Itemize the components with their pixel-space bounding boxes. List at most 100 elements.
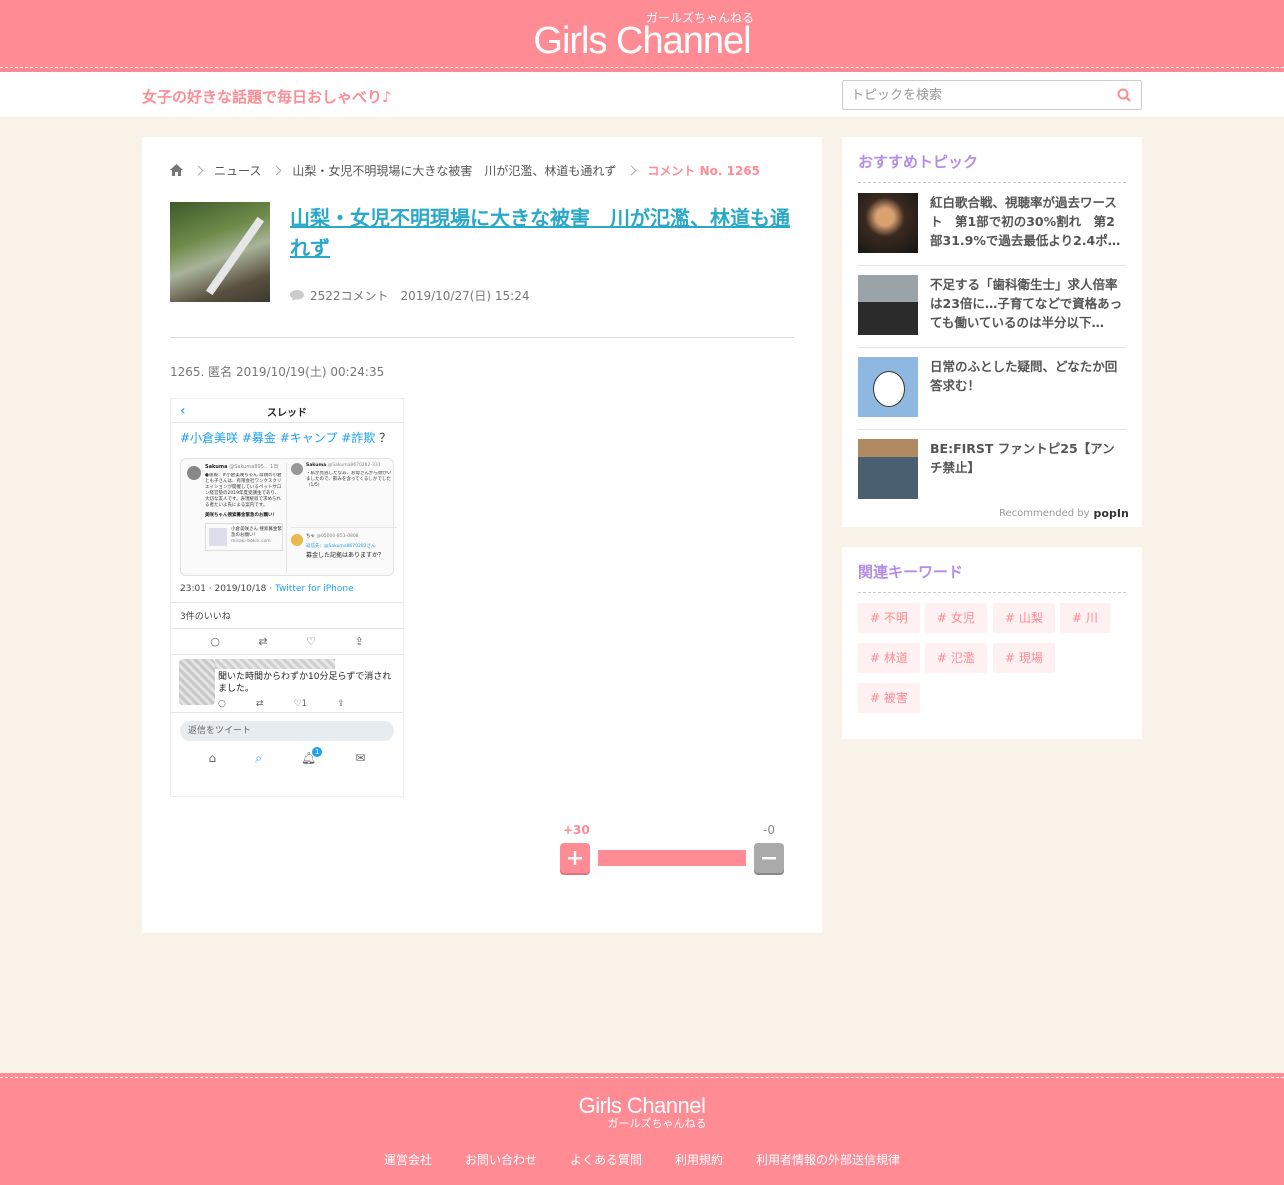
popin-label: Recommended by — [999, 508, 1090, 519]
reply-icon: ○ — [210, 635, 220, 648]
share-icon: ⇪ — [354, 635, 364, 648]
recommended-topics-panel: おすすめトピック 紅白歌合戦、視聴率が過去ワースト 第1部で初の30%割れ 第2… — [842, 137, 1142, 527]
vote-plus-button[interactable] — [560, 843, 590, 873]
vote-ratio-fill — [598, 850, 746, 866]
footer-logo-kana: ガールズちゃんねる — [607, 1117, 707, 1130]
popin-credit[interactable]: Recommended by popIn — [999, 507, 1129, 520]
question-mark: ？ — [379, 431, 392, 445]
search-icon[interactable] — [1117, 88, 1131, 102]
topic-meta: 2522コメント 2019/10/27(日) 15:24 — [290, 287, 529, 304]
recommended-item-image — [858, 275, 918, 335]
minus-icon — [762, 857, 776, 860]
embed-left-name: Sakuma @Sakuma895... 1日 — [205, 464, 279, 470]
recommended-item-image — [858, 193, 918, 253]
keyword-tag[interactable]: # 現場 — [993, 643, 1055, 673]
recommended-item-title: 紅白歌合戦、視聴率が過去ワースト 第1部で初の30%割れ 第2部31.9%で過去… — [930, 195, 1121, 248]
tweet-nav-bar: ‹ スレッド — [171, 399, 403, 423]
breadcrumb-item-news[interactable]: ニュース — [214, 162, 261, 179]
comment-count: 2522コメント — [310, 289, 389, 303]
recommended-item[interactable]: 紅白歌合戦、視聴率が過去ワースト 第1部で初の30%割れ 第2部31.9%で過去… — [858, 193, 1126, 255]
divider — [170, 337, 794, 338]
site-logo[interactable]: Girls Channel ガールズちゃんねる — [0, 0, 1284, 66]
embedded-tweet-images: Sakuma @Sakuma895... 1日 ●速報：#小倉美咲ちゃん 母親の… — [180, 458, 397, 576]
embed-right-reply-to: 返信先：@Sakuma8670282さん — [306, 544, 376, 549]
topic-title-link[interactable]: 山梨・女児不明現場に大きな被害 川が氾濫、林道も通れず — [290, 203, 795, 263]
embed-left-link-title: 美咲ちゃん捜索募金緊急のお願い！ — [205, 513, 277, 518]
hashtag-text: #小倉美咲 #募金 #キャンプ #詐欺 — [180, 431, 376, 445]
footer-link-terms[interactable]: 利用規約 — [675, 1151, 723, 1168]
keyword-tag[interactable]: # 女児 — [925, 603, 987, 633]
recommended-item[interactable]: BE:FIRST ファントピ25【アンチ禁止】 — [858, 439, 1126, 501]
thumbnail-guardrail — [205, 216, 265, 296]
embed-right-reply: ちゃ @05000-853-0808 返信先：@Sakuma8670282さん … — [291, 527, 397, 560]
footer-link-faq[interactable]: よくある質問 — [570, 1151, 642, 1168]
breadcrumb: ニュース 山梨・女児不明現場に大きな被害 川が氾濫、林道も通れず コメント No… — [170, 161, 760, 179]
site-tagline: 女子の好きな話題で毎日おしゃべり♪ — [142, 88, 392, 106]
divider — [858, 429, 1126, 430]
recommended-heading: おすすめトピック — [858, 151, 1126, 183]
reply-icon: ○ — [218, 699, 226, 709]
search-input[interactable] — [843, 81, 1103, 109]
search-box[interactable] — [842, 80, 1142, 110]
keyword-tag[interactable]: # 林道 — [858, 643, 920, 673]
vote-minus-button[interactable] — [754, 843, 784, 873]
tweet-nav-title: スレッド — [267, 408, 307, 419]
comment-image[interactable]: ‹ スレッド #小倉美咲 #募金 #キャンプ #詐欺 ？ Sakuma @Sak… — [170, 398, 404, 797]
site-header: Girls Channel ガールズちゃんねる — [0, 0, 1284, 72]
breadcrumb-item-topic[interactable]: 山梨・女児不明現場に大きな被害 川が氾濫、林道も通れず — [292, 162, 616, 179]
recommended-item-title: BE:FIRST ファントピ25【アンチ禁止】 — [930, 441, 1115, 475]
embed-right-reply-text: 募金した記拠はありますか？ — [306, 552, 385, 559]
breadcrumb-separator — [193, 165, 204, 175]
comment-bubble-icon — [290, 290, 304, 301]
tweet-actions: ○ ⇄ ♡ ⇪ — [171, 629, 403, 655]
popin-logo: popIn — [1093, 507, 1129, 520]
recommended-item-image — [858, 357, 918, 417]
reply-box: 返信をツイート — [180, 721, 394, 741]
embed-left-link-card: 小倉美咲さん 捜索募金緊急のお願い！ misaki-bokin.com — [205, 523, 283, 551]
illustration-face — [873, 371, 905, 407]
footer-dashed-divider — [0, 1077, 1284, 1078]
tweet-tab-bar: ⌂ ⌕ 🔔︎ 1 ✉ — [171, 741, 403, 766]
recommended-item[interactable]: 日常のふとした疑問、どなたか回答求む！ — [858, 357, 1126, 419]
topic-thumbnail[interactable] — [170, 202, 270, 302]
mail-icon: ✉ — [355, 751, 366, 765]
comment-header: 1265. 匿名 2019/10/19(土) 00:24:35 — [170, 365, 385, 379]
recommended-item[interactable]: 不足する「歯科衛生士」求人倍率は23倍に…子育てなどで資格あっても働いているのは… — [858, 275, 1126, 337]
tweet-timestamp: 23:01 · 2019/10/18 · Twitter for iPhone — [180, 584, 354, 594]
footer-link-contact[interactable]: お問い合わせ — [465, 1151, 537, 1168]
footer-links: 運営会社 お問い合わせ よくある質問 利用規約 利用者情報の外部送信規律 — [0, 1151, 1284, 1168]
footer-link-company[interactable]: 運営会社 — [384, 1151, 432, 1168]
vote-minus-count: -0 — [763, 823, 775, 837]
main-content: ニュース 山梨・女児不明現場に大きな被害 川が氾濫、林道も通れず コメント No… — [142, 137, 822, 933]
keyword-tag[interactable]: # 山梨 — [993, 603, 1055, 633]
header-dashed-divider — [0, 67, 1284, 68]
embed-right-text: ・私が見逃したなあ、お母さんから顔がいましたので、飲みを含ってくるしかでした（1… — [306, 471, 392, 488]
home-icon[interactable] — [170, 164, 183, 176]
avatar — [291, 463, 303, 475]
link-card-text: 小倉美咲さん 捜索募金緊急のお願い！ misaki-bokin.com — [231, 527, 282, 544]
topic-date: 2019/10/27(日) 15:24 — [400, 289, 530, 303]
keywords-heading: 関連キーワード — [858, 561, 1126, 593]
recommended-item-title: 不足する「歯科衛生士」求人倍率は23倍に…子育てなどで資格あっても働いているのは… — [930, 277, 1123, 330]
footer-link-external-transmission[interactable]: 利用者情報の外部送信規律 — [756, 1151, 900, 1168]
keyword-tag[interactable]: # 不明 — [858, 603, 920, 633]
footer-logo[interactable]: Girls Channel ガールズちゃんねる — [0, 1093, 1284, 1131]
vote-plus-count: +30 — [563, 823, 590, 837]
keyword-tag[interactable]: # 川 — [1060, 603, 1110, 633]
divider — [858, 347, 1126, 348]
tweet-likes: 3件のいいね — [171, 602, 403, 629]
keyword-tag[interactable]: # 氾濫 — [925, 643, 987, 673]
search-icon: ⌕ — [255, 751, 262, 765]
recommended-item-image — [858, 439, 918, 499]
logo-kana: ガールズちゃんねる — [646, 11, 755, 25]
avatar — [187, 466, 201, 480]
keyword-tag[interactable]: # 被害 — [858, 683, 920, 713]
embedded-tweet-right: Sakuma @Sakuma8670282-331 ・私が見逃したなあ、お母さん… — [291, 463, 397, 573]
divider — [858, 265, 1126, 266]
home-icon: ⌂ — [208, 751, 217, 765]
logo-text: Girls Channel — [533, 20, 751, 62]
related-keywords-panel: 関連キーワード # 不明 # 女児 # 山梨 # 川 # 林道 # 氾濫 # 現… — [842, 547, 1142, 739]
reply-text: 聞いた時間からわずか10分足らずで消されました。 — [218, 672, 392, 694]
plus-icon — [568, 851, 582, 865]
embed-left-text: ●速報：#小倉美咲ちゃん 母親の小倉とも子さんは、有限会社ワンクスクリエイション… — [205, 473, 282, 508]
